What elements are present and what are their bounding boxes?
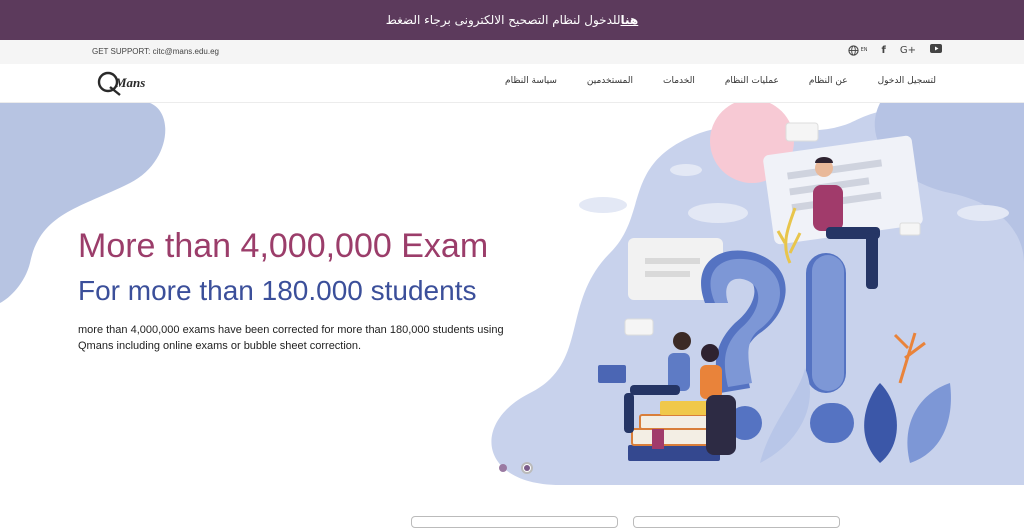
bottom-card-left bbox=[411, 516, 618, 528]
carousel-dot-2-active[interactable] bbox=[521, 462, 533, 474]
announcement-text: للدخول لنظام التصحيح الالكترونى برجاء ال… bbox=[385, 13, 621, 27]
language-label: EN bbox=[860, 47, 868, 53]
social-links: EN f G+ bbox=[847, 44, 942, 56]
youtube-icon[interactable] bbox=[930, 44, 942, 56]
carousel-dot-1[interactable] bbox=[499, 464, 507, 472]
globe-icon bbox=[847, 44, 859, 56]
announcement-link[interactable]: هنا bbox=[621, 13, 639, 27]
logo-text: Mans bbox=[114, 75, 145, 90]
qmans-logo[interactable]: Mans bbox=[96, 68, 160, 98]
nav-menu: لتسجيل الدخول عن النظام عمليات النظام ال… bbox=[505, 76, 936, 86]
google-plus-icon[interactable]: G+ bbox=[900, 45, 916, 56]
hero-subheadline: For more than 180.000 students bbox=[78, 275, 477, 306]
announcement-bar: للدخول لنظام التصحيح الالكترونى برجاء ال… bbox=[0, 0, 1024, 40]
hero-description: more than 4,000,000 exams have been corr… bbox=[78, 324, 504, 352]
main-navbar: Mans لتسجيل الدخول عن النظام عمليات النظ… bbox=[0, 64, 1024, 103]
hero-section: More than 4,000,000 Exam For more than 1… bbox=[0, 103, 1024, 485]
support-email[interactable]: GET SUPPORT: citc@mans.edu.eg bbox=[92, 47, 219, 56]
language-switch[interactable]: EN bbox=[847, 44, 868, 56]
nav-users[interactable]: المستخدمين bbox=[587, 76, 633, 86]
bottom-card-right bbox=[633, 516, 840, 528]
nav-login[interactable]: لتسجيل الدخول bbox=[878, 76, 936, 86]
nav-policy[interactable]: سياسة النظام bbox=[505, 76, 557, 86]
nav-services[interactable]: الخدمات bbox=[663, 76, 695, 86]
support-bar: GET SUPPORT: citc@mans.edu.eg EN f G+ bbox=[0, 40, 1024, 64]
nav-operations[interactable]: عمليات النظام bbox=[725, 76, 779, 86]
facebook-icon[interactable]: f bbox=[882, 45, 886, 56]
nav-about[interactable]: عن النظام bbox=[809, 76, 848, 86]
hero-headline: More than 4,000,000 Exam bbox=[78, 227, 489, 265]
